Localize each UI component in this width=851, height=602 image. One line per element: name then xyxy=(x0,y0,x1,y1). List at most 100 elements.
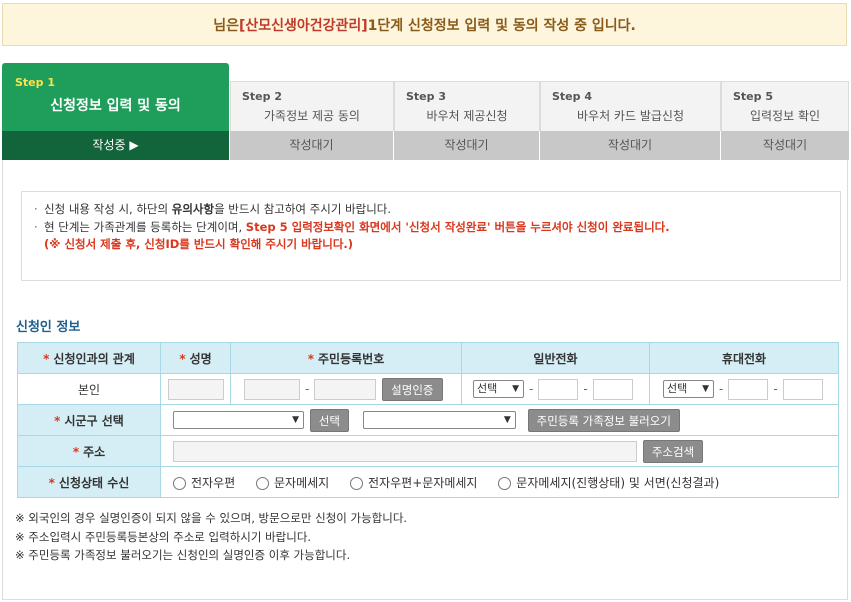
step-3-status: 작성대기 xyxy=(394,131,540,160)
step-2-tab[interactable]: Step 2 가족정보 제공 동의 xyxy=(230,81,394,131)
notice-item-1: 신청 내용 작성 시, 하단의 유의사항을 반드시 참고하여 주시기 바랍니다. xyxy=(34,201,830,219)
receive-label: 신청상태 수신 xyxy=(58,475,130,490)
mobile-middle-input[interactable] xyxy=(728,378,769,400)
receive-option-email[interactable]: 전자우편 xyxy=(173,474,235,491)
banner-prefix: 님은 xyxy=(213,17,239,34)
step-2-status: 작성대기 xyxy=(230,131,394,160)
section-title: 신청인 정보 xyxy=(16,320,81,335)
relation-value: 본인 xyxy=(17,373,161,405)
receive-option-sms-mail[interactable]: 문자메세지(진행상태) 및 서면(신청결과) xyxy=(498,474,719,491)
notice-text: 신청 내용 작성 시, 하단의 xyxy=(44,202,172,216)
mobile-prefix-select[interactable]: 선택 ▼ xyxy=(663,380,714,398)
phone-last-input[interactable] xyxy=(592,378,633,400)
step-1-status-label: 작성중 xyxy=(92,138,126,152)
radio-icon[interactable] xyxy=(256,476,269,490)
header-relation: * 신청인과의 관계 xyxy=(17,342,161,374)
header-phone: 일반전화 xyxy=(461,342,650,374)
verify-button[interactable]: 설명인증 xyxy=(382,377,443,401)
footnote-item: ※ 주소입력시 주민등록등본상의 주소로 입력하시기 바랍니다. xyxy=(15,529,312,544)
address-cell: 주소검색 xyxy=(160,435,839,467)
receive-option-label: 전자우편+문자메세지 xyxy=(368,475,478,490)
step-4-tab[interactable]: Step 4 바우처 카드 발급신청 xyxy=(540,81,721,131)
step-4-status: 작성대기 xyxy=(540,131,721,160)
step-5-number: Step 5 xyxy=(733,90,773,103)
address-input[interactable] xyxy=(173,440,637,462)
region-label-cell: * 시군구 선택 xyxy=(17,404,161,436)
dash-separator: - xyxy=(529,382,534,396)
footnotes: ※ 외국인의 경우 실명인증이 되지 않을 수 있으며, 방문으로만 신청이 가… xyxy=(15,509,407,565)
address-search-button[interactable]: 주소검색 xyxy=(642,439,704,463)
header-name-label: 성명 xyxy=(189,351,212,366)
mobile-prefix-select-value: 선택 xyxy=(667,382,688,395)
dash-separator: - xyxy=(583,382,588,396)
dash-separator: - xyxy=(305,382,310,396)
receive-option-email-sms[interactable]: 전자우편+문자메세지 xyxy=(350,474,477,491)
step-1-tab[interactable]: Step 1 신청정보 입력 및 동의 xyxy=(2,63,229,131)
step-2-number: Step 2 xyxy=(242,90,282,103)
region-select-button[interactable]: 선택 xyxy=(309,408,349,432)
step-2-title: 가족정보 제공 동의 xyxy=(264,109,360,123)
step-5-status: 작성대기 xyxy=(721,131,850,160)
step-1-title: 신청정보 입력 및 동의 xyxy=(50,98,181,114)
required-star-icon: * xyxy=(307,351,315,366)
address-label: 주소 xyxy=(83,444,106,459)
required-star-icon: * xyxy=(72,444,80,459)
dash-separator: - xyxy=(719,382,724,396)
mobile-cell: 선택 ▼ - - xyxy=(649,373,839,405)
step-progress: Step 1 신청정보 입력 및 동의 Step 2 가족정보 제공 동의 St… xyxy=(2,63,850,160)
address-label-cell: * 주소 xyxy=(17,435,161,467)
resident-number-back-input[interactable] xyxy=(314,378,377,400)
receive-options-cell: 전자우편 문자메세지 전자우편+문자메세지 문자메세지(진행상태) 및 서면(신… xyxy=(160,466,839,498)
required-star-icon: * xyxy=(179,351,186,366)
radio-icon[interactable] xyxy=(173,476,186,490)
resident-number-front-input[interactable] xyxy=(244,378,300,400)
region-cell: ▼ 선택 ▼ 주민등록 가족정보 불러오기 xyxy=(160,404,839,436)
header-resident-number-label: 주민등록번호 xyxy=(318,351,385,366)
mobile-last-input[interactable] xyxy=(782,378,823,400)
dash-separator: - xyxy=(773,382,778,396)
name-input[interactable] xyxy=(167,378,224,400)
sido-select[interactable]: ▼ xyxy=(173,411,304,429)
footnote-item: ※ 외국인의 경우 실명인증이 되지 않을 수 있으며, 방문으로만 신청이 가… xyxy=(15,511,408,525)
chevron-down-icon: ▼ xyxy=(512,384,519,394)
step-3-title: 바우처 제공신청 xyxy=(426,109,508,123)
receive-option-label: 전자우편 xyxy=(191,475,236,490)
receive-label-cell: * 신청상태 수신 xyxy=(17,466,161,498)
footnote-item: ※ 주민등록 가족정보 불러오기는 신청인의 실명인증 이후 가능합니다. xyxy=(15,548,351,562)
status-banner: 님은 [산모신생아건강관리] 1단계 신청정보 입력 및 동의 작성 중 입니다… xyxy=(2,3,847,46)
notice-warning-id: (※ 신청서 제출 후, 신청ID를 반드시 확인해 주시기 바랍니다.) xyxy=(44,237,354,251)
banner-suffix: 1단계 신청정보 입력 및 동의 작성 중 입니다. xyxy=(367,17,636,34)
step-4-number: Step 4 xyxy=(552,90,592,103)
receive-option-sms[interactable]: 문자메세지 xyxy=(256,474,329,491)
step-5-tab[interactable]: Step 5 입력정보 확인 xyxy=(721,81,849,131)
step-5-title: 입력정보 확인 xyxy=(749,109,821,123)
step-1-number: Step 1 xyxy=(15,76,55,89)
notice-box: 신청 내용 작성 시, 하단의 유의사항을 반드시 참고하여 주시기 바랍니다.… xyxy=(21,191,841,281)
name-cell xyxy=(160,373,231,405)
load-family-button[interactable]: 주민등록 가족정보 불러오기 xyxy=(527,408,680,432)
phone-area-select[interactable]: 선택 ▼ xyxy=(473,380,524,398)
step-3-number: Step 3 xyxy=(406,90,446,103)
notice-emphasis: 유의사항 xyxy=(171,202,215,216)
resident-number-cell: - 설명인증 xyxy=(230,373,462,405)
receive-option-label: 문자메세지(진행상태) 및 서면(신청결과) xyxy=(516,475,720,490)
notice-text: 을 반드시 참고하여 주시기 바랍니다. xyxy=(214,202,392,216)
step-4-title: 바우처 카드 발급신청 xyxy=(577,109,684,123)
header-mobile: 휴대전화 xyxy=(649,342,839,374)
radio-icon[interactable] xyxy=(498,476,512,490)
notice-item-2: 현 단계는 가족관계를 등록하는 단계이며, Step 5 입력정보확인 화면에… xyxy=(34,219,830,254)
chevron-down-icon: ▼ xyxy=(702,384,709,394)
notice-text: 현 단계는 가족관계를 등록하는 단계이며, xyxy=(44,219,246,234)
applicant-info-table: * 신청인과의 관계 * 성명 * 주민등록번호 일반전화 휴대전화 본인 - 설명인… xyxy=(17,342,839,498)
phone-middle-input[interactable] xyxy=(538,378,579,400)
header-resident-number: * 주민등록번호 xyxy=(230,342,462,374)
step-3-tab[interactable]: Step 3 바우처 제공신청 xyxy=(394,81,540,131)
region-label: 시군구 선택 xyxy=(64,413,124,428)
chevron-down-icon: ▼ xyxy=(503,415,511,425)
chevron-down-icon: ▼ xyxy=(292,415,299,425)
radio-icon[interactable] xyxy=(350,476,364,490)
required-star-icon: * xyxy=(43,351,50,366)
arrow-right-icon: ▶ xyxy=(129,138,139,152)
banner-app-name: [산모신생아건강관리] xyxy=(238,17,368,34)
sigungu-select[interactable]: ▼ xyxy=(362,411,516,429)
